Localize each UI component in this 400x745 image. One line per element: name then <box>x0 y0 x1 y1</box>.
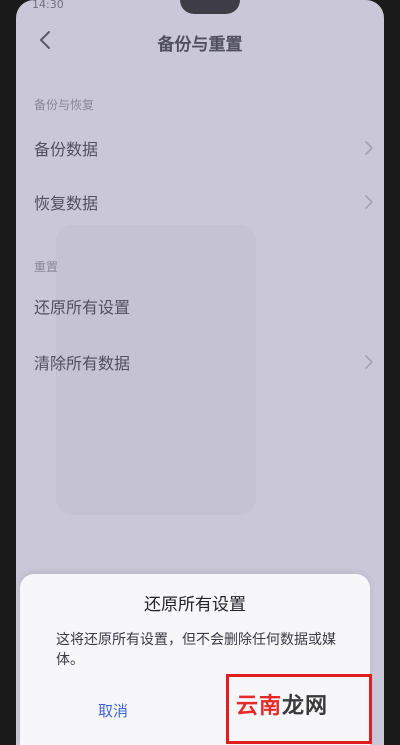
dialog-message: 这将还原所有设置，但不会删除任何数据或媒体。 <box>56 632 336 668</box>
watermark-logo: 云南龙网 <box>236 688 328 720</box>
watermark-part1: 云南 <box>236 694 283 719</box>
dialog-title: 还原所有设置 <box>144 595 246 615</box>
cancel-button[interactable]: 取消 <box>98 700 128 721</box>
watermark-part2: 龙网 <box>282 694 329 719</box>
